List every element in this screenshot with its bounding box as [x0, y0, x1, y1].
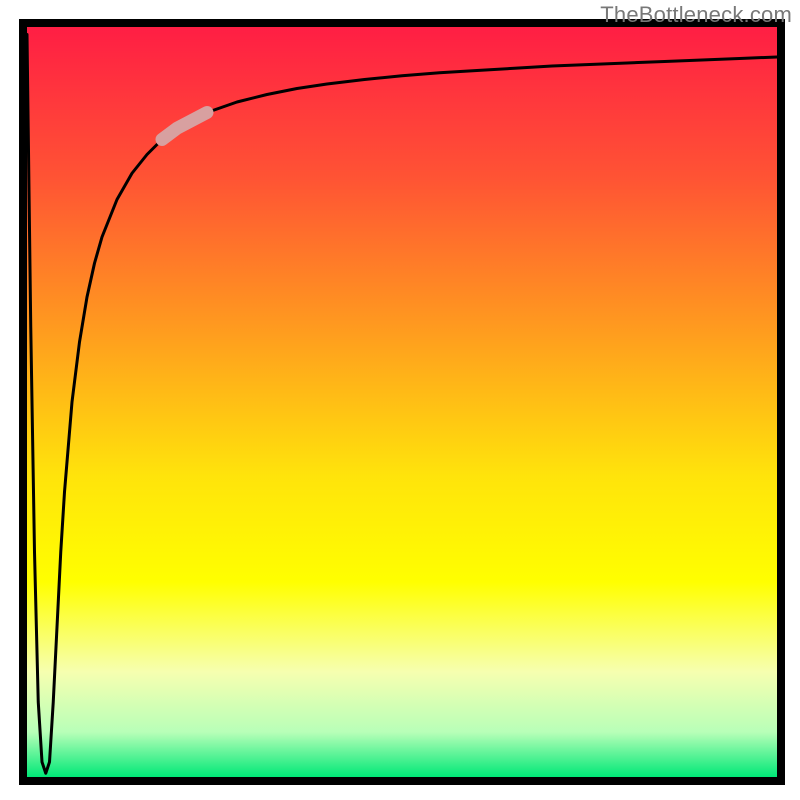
- bottleneck-chart: [0, 0, 800, 800]
- watermark-text: TheBottleneck.com: [600, 2, 792, 28]
- plot-gradient-fill: [27, 27, 777, 777]
